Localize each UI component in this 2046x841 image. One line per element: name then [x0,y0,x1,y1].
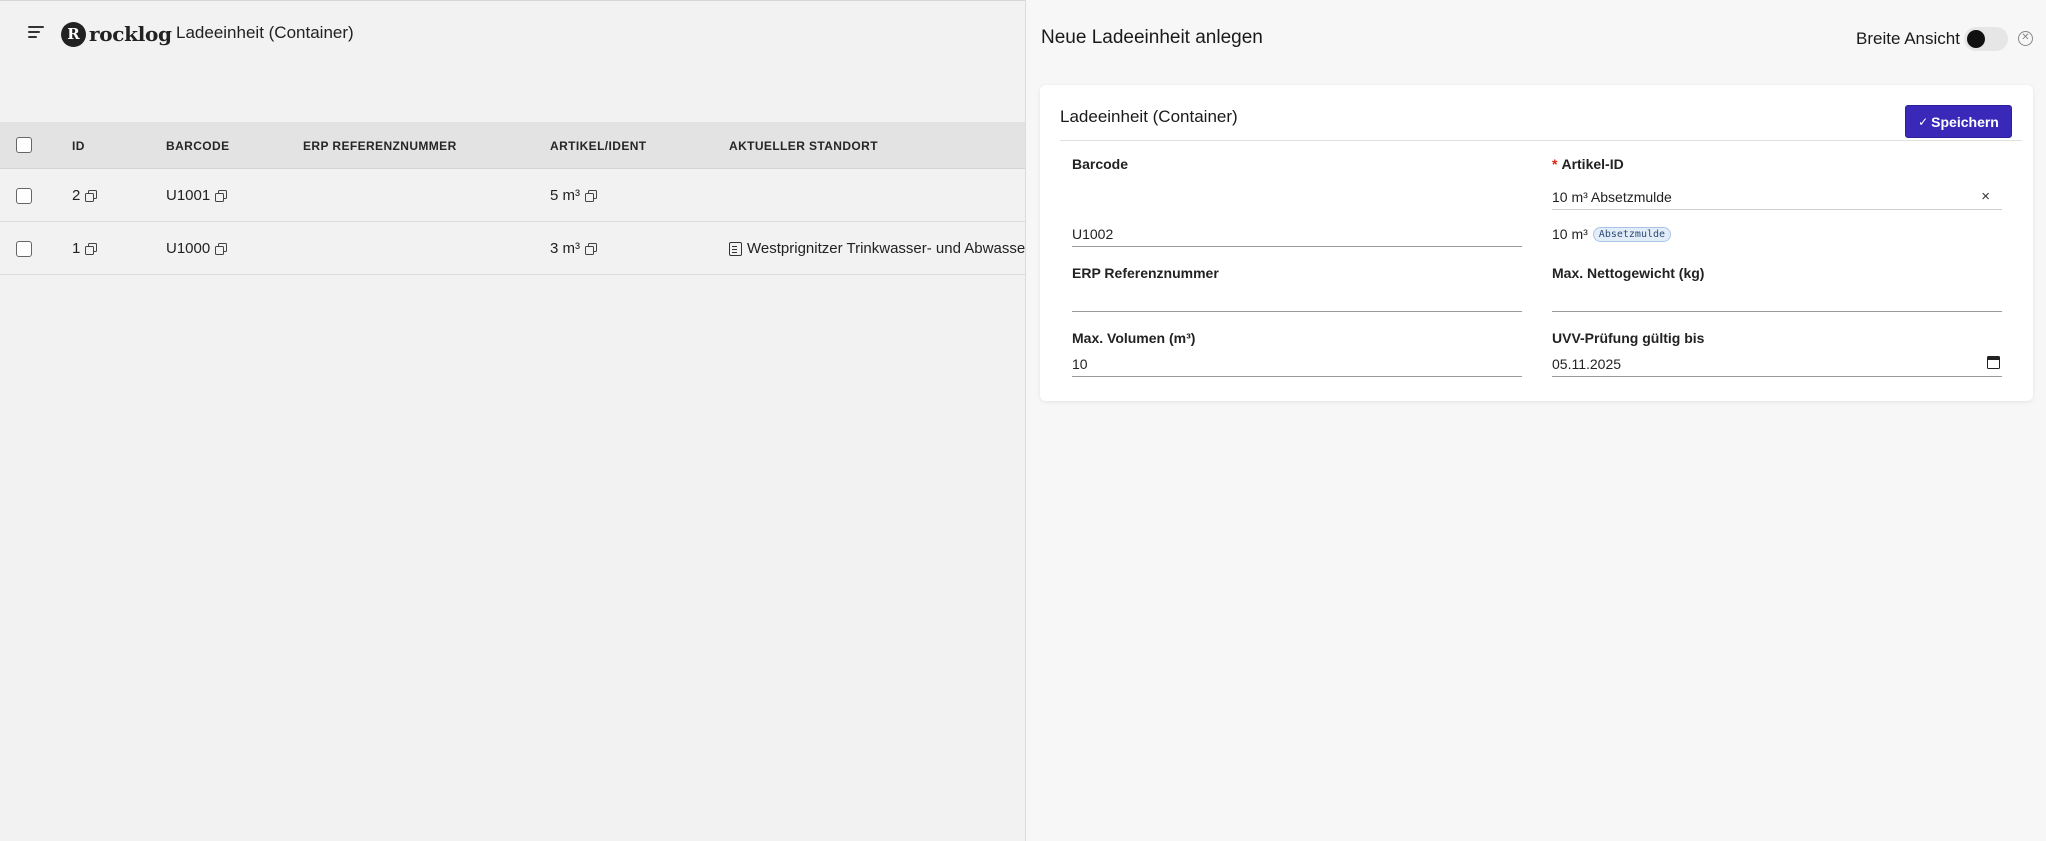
table-row[interactable]: 2 U1001 5 m³ [0,169,1025,222]
column-header-artikel[interactable]: ARTIKEL/IDENT [550,139,647,153]
clear-icon[interactable]: × [1981,188,1990,205]
copy-icon[interactable] [215,243,228,255]
main-app: R rocklog Ladeeinheit (Container) ID BAR… [0,0,1030,841]
artikel-select-value: 10 m³ Absetzmulde [1552,188,1672,205]
cell-barcode: U1000 [166,240,228,257]
column-header-standort[interactable]: AKTUELLER STANDORT [729,139,878,153]
copy-icon[interactable] [585,190,597,202]
check-icon: ✓ [1918,114,1929,129]
uvv-date-field[interactable] [1552,351,2002,377]
row-checkbox[interactable] [16,188,32,204]
container-table: ID BARCODE ERP REFERENZNUMMER ARTIKEL/ID… [0,122,1030,275]
artikel-label-text: Artikel-ID [1561,156,1624,172]
rocklog-logo[interactable]: R rocklog [61,21,172,47]
create-drawer: Neue Ladeeinheit anlegen Breite Ansicht … [1025,0,2046,841]
volumen-label: Max. Volumen (m³) [1072,330,1196,346]
cell-id: 1 [72,240,98,257]
select-all-checkbox[interactable] [16,137,32,153]
uvv-date-input[interactable] [1552,355,2002,372]
netto-label: Max. Nettogewicht (kg) [1552,265,1705,281]
netto-field[interactable] [1552,286,2002,312]
netto-input[interactable] [1552,290,2002,307]
page-title: Ladeeinheit (Container) [176,23,354,42]
logo-mark-icon: R [61,21,86,47]
cell-standort-text: Westprignitzer Trinkwasser- und Abwasser [747,240,1031,257]
cell-id: 2 [72,187,98,204]
form-card: Ladeeinheit (Container) ✓ Speichern Barc… [1040,85,2033,401]
copy-icon[interactable] [585,243,597,255]
copy-icon[interactable] [85,243,98,255]
artikel-selected-summary: 10 m³ Absetzmulde [1552,226,1672,242]
calendar-icon[interactable] [1987,356,2000,369]
cell-barcode-text: U1000 [166,240,211,257]
wide-view-toggle[interactable] [1964,27,2008,51]
wide-view-label: Breite Ansicht [1856,29,1960,48]
required-mark: * [1552,156,1558,172]
barcode-label: Barcode [1072,156,1129,172]
copy-icon[interactable] [85,190,98,202]
cell-artikel: 3 m³ [550,240,597,257]
cell-standort[interactable]: Westprignitzer Trinkwasser- und Abwasser [729,240,1030,257]
cell-artikel-text: 3 m³ [550,240,580,257]
save-button-label: Speichern [1931,113,1999,130]
logo-text: rocklog [89,22,172,46]
divider [1060,140,2022,141]
column-header-erp[interactable]: ERP REFERENZNUMMER [303,139,457,153]
artikel-select[interactable]: 10 m³ Absetzmulde × [1552,184,2002,210]
location-icon [729,241,742,256]
cell-barcode: U1001 [166,187,228,204]
barcode-input[interactable] [1072,225,1522,242]
copy-icon[interactable] [215,190,228,202]
artikel-label: * Artikel-ID [1552,156,1624,172]
toggle-knob [1967,30,1985,48]
table-header: ID BARCODE ERP REFERENZNUMMER ARTIKEL/ID… [0,122,1025,169]
artikel-selected-text: 10 m³ [1552,226,1588,242]
column-header-id[interactable]: ID [72,139,85,153]
cell-id-text: 1 [72,240,81,257]
erp-input[interactable] [1072,290,1522,307]
cell-id-text: 2 [72,187,81,204]
table-row[interactable]: 1 U1000 3 m³ Westprignitzer Trinkwasser-… [0,222,1030,275]
cell-artikel: 5 m³ [550,187,597,204]
barcode-field[interactable] [1072,221,1522,247]
volumen-field[interactable] [1072,351,1522,377]
uvv-label: UVV-Prüfung gültig bis [1552,330,1705,346]
volumen-input[interactable] [1072,355,1522,372]
close-icon[interactable]: ✕ [2018,31,2033,46]
save-button[interactable]: ✓ Speichern [1905,105,2012,138]
menu-icon[interactable] [24,23,48,43]
cell-barcode-text: U1001 [166,187,211,204]
cell-artikel-text: 5 m³ [550,187,580,204]
erp-field[interactable] [1072,286,1522,312]
top-bar: R rocklog Ladeeinheit (Container) [0,1,1025,67]
artikel-tag-badge: Absetzmulde [1592,226,1672,242]
card-title: Ladeeinheit (Container) [1060,107,1238,126]
row-checkbox[interactable] [16,241,32,257]
erp-label: ERP Referenznummer [1072,265,1219,281]
drawer-title: Neue Ladeeinheit anlegen [1041,27,1263,48]
column-header-barcode[interactable]: BARCODE [166,139,229,153]
